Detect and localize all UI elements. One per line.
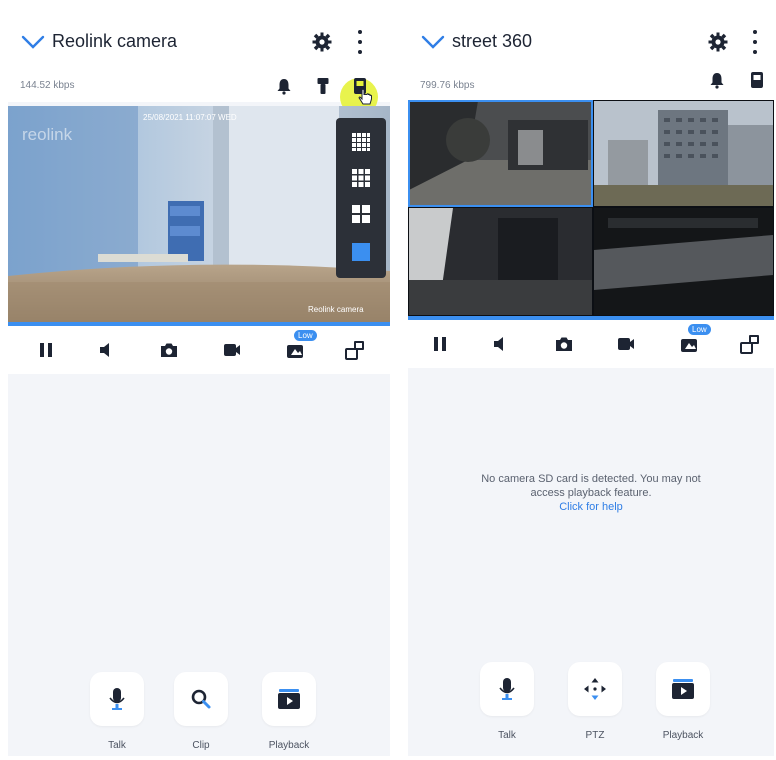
talk-label: Talk — [108, 740, 126, 751]
snapshot-button[interactable] — [157, 338, 181, 362]
video-toolbar: Low — [408, 320, 774, 368]
talk-button[interactable] — [480, 662, 534, 716]
multi-view-icon — [740, 335, 759, 354]
stream-quality-button[interactable]: Low — [678, 324, 711, 356]
grid-layout-icon[interactable] — [748, 71, 766, 89]
multi-view-button[interactable] — [738, 332, 762, 356]
playback-icon — [672, 679, 694, 699]
talk-action[interactable]: Talk — [472, 662, 542, 741]
bell-icon[interactable] — [708, 71, 726, 89]
bitrate-label: 144.52 kbps — [20, 80, 75, 91]
camera-title[interactable]: Reolink camera — [52, 31, 177, 52]
playback-action[interactable]: Playback — [254, 672, 324, 751]
more-options-icon[interactable] — [752, 30, 758, 54]
camera-watermark: reolink — [22, 125, 73, 144]
ptz-action[interactable]: PTZ — [560, 662, 630, 741]
talk-button[interactable] — [90, 672, 144, 726]
header: street 360 799.76 kbps — [408, 8, 774, 102]
title-row: street 360 — [408, 24, 774, 60]
content-area: No camera SD card is detected. You may n… — [408, 368, 774, 756]
camera-tile-rooftop[interactable] — [594, 208, 773, 315]
title-row: Reolink camera — [8, 24, 390, 60]
low-quality-badge: Low — [688, 324, 711, 335]
notice-line-2: access playback feature. — [530, 487, 652, 499]
live-video-feed[interactable]: reolink 25/08/2021 11:07:07 WED Reolink … — [8, 106, 390, 322]
content-area: Talk Clip Playback — [8, 374, 390, 756]
stream-quality-button[interactable]: Low — [284, 330, 317, 362]
multi-view-icon — [345, 341, 364, 360]
playback-label: Playback — [268, 740, 310, 751]
osd-camera-name: Reolink camera — [308, 305, 364, 314]
camera-title[interactable]: street 360 — [452, 31, 532, 52]
chevron-down-icon[interactable] — [20, 32, 46, 52]
speaker-muted-icon — [100, 343, 109, 357]
grid-3x3-icon[interactable] — [351, 168, 371, 188]
clip-button[interactable] — [174, 672, 228, 726]
clip-action[interactable]: Clip — [166, 672, 236, 751]
microphone-icon — [499, 678, 515, 700]
notice-line-1: No camera SD card is detected. You may n… — [481, 473, 701, 485]
camera-icon — [161, 343, 177, 357]
grid-1x1-icon[interactable] — [351, 242, 371, 262]
pause-icon — [434, 337, 446, 351]
help-link[interactable]: Click for help — [408, 500, 774, 514]
playback-button[interactable] — [656, 662, 710, 716]
bitrate-label: 799.76 kbps — [420, 80, 475, 91]
snapshot-button[interactable] — [552, 332, 576, 356]
right-screen: street 360 799.76 kbps Low No camera SD … — [408, 8, 774, 756]
talk-action[interactable]: Talk — [82, 672, 152, 751]
record-button[interactable] — [220, 338, 244, 362]
microphone-icon — [109, 688, 125, 710]
pause-icon — [40, 343, 52, 357]
clip-label: Clip — [192, 740, 210, 751]
pause-button[interactable] — [34, 338, 58, 362]
camera-tile-alley[interactable] — [409, 208, 592, 315]
stream-quality-icon — [287, 345, 303, 358]
grid-layout-menu — [336, 118, 386, 278]
more-options-icon[interactable] — [357, 30, 363, 54]
mute-button[interactable] — [488, 332, 512, 356]
ptz-button[interactable] — [568, 662, 622, 716]
camera-tile-buildings[interactable] — [594, 101, 773, 206]
camera-icon — [556, 337, 572, 351]
pause-button[interactable] — [428, 332, 452, 356]
grid-2x2-icon[interactable] — [351, 204, 371, 224]
spotlight-icon[interactable] — [314, 77, 332, 95]
ptz-arrows-icon — [584, 678, 606, 700]
bell-icon[interactable] — [275, 77, 293, 95]
low-quality-badge: Low — [294, 330, 317, 341]
gear-icon[interactable] — [708, 32, 728, 52]
video-record-icon — [224, 344, 240, 356]
mute-button[interactable] — [94, 338, 118, 362]
pointer-hand-icon — [358, 89, 372, 105]
playback-action[interactable]: Playback — [648, 662, 718, 741]
left-screen: Reolink camera 144.52 kbps reolink 25/08… — [8, 8, 390, 756]
record-button[interactable] — [614, 332, 638, 356]
header: Reolink camera 144.52 kbps — [8, 8, 390, 116]
speaker-muted-icon — [494, 337, 503, 351]
playback-icon — [278, 689, 300, 709]
chevron-down-icon[interactable] — [420, 32, 446, 52]
video-record-icon — [618, 338, 634, 350]
talk-label: Talk — [498, 730, 516, 741]
grid-4x4-icon[interactable] — [351, 132, 371, 152]
video-toolbar: Low — [8, 326, 390, 374]
multi-camera-grid[interactable] — [408, 100, 774, 316]
camera-frame-quad — [408, 100, 774, 316]
search-icon — [191, 689, 211, 709]
gear-icon[interactable] — [312, 32, 332, 52]
stream-quality-icon — [681, 339, 697, 352]
osd-timestamp: 25/08/2021 11:07:07 WED — [143, 113, 237, 122]
camera-tile-courtyard[interactable] — [408, 100, 593, 207]
sd-card-notice: No camera SD card is detected. You may n… — [408, 472, 774, 514]
multi-view-button[interactable] — [343, 338, 367, 362]
playback-button[interactable] — [262, 672, 316, 726]
camera-frame-office: reolink 25/08/2021 11:07:07 WED Reolink … — [8, 106, 390, 322]
playback-label: Playback — [662, 730, 704, 741]
ptz-label: PTZ — [585, 730, 605, 741]
